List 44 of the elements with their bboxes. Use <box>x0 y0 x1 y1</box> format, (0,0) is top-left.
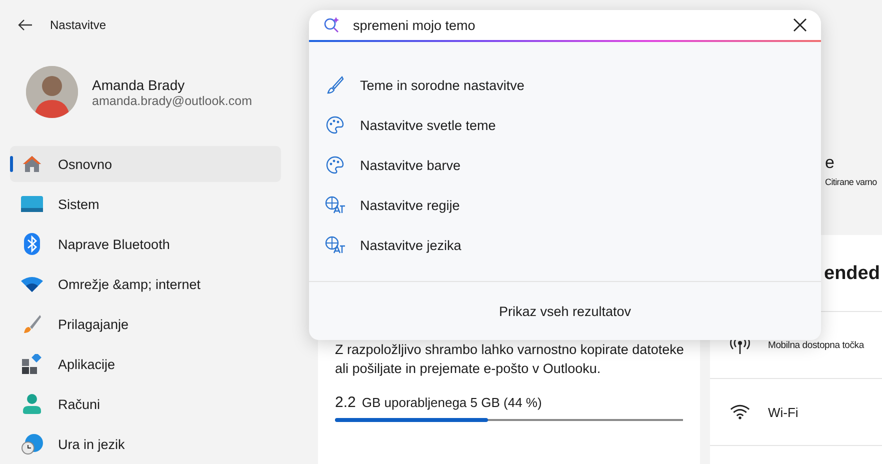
search-icon <box>323 16 341 34</box>
storage-description: Z razpoložljivo shrambo lahko varnostno kopirate datoteke ali pošiljate in prejemate e-pošto v Outlooku. <box>335 341 685 378</box>
storage-used: 2.2 <box>335 394 356 411</box>
sidebar-item[interactable]: Prilagajanje <box>10 306 281 342</box>
brush-icon <box>22 314 42 334</box>
home-icon <box>22 155 42 173</box>
panel-title: e <box>825 153 834 173</box>
close-button[interactable] <box>791 16 809 34</box>
show-all-results-button[interactable]: Prikaz vseh rezultatov <box>490 300 640 322</box>
setting-label[interactable]: Mobilna dostopna točka <box>768 340 864 350</box>
sidebar-item[interactable]: Računi <box>10 386 281 422</box>
search-result[interactable]: Nastavitve regije <box>309 185 821 225</box>
search-input[interactable]: spremeni mojo temo <box>353 18 779 32</box>
setting-label[interactable]: Wi-Fi <box>768 404 798 420</box>
storage-detail: GB uporabljenega 5 GB (44 %) <box>362 395 542 410</box>
account-email: amanda.brady@outlook.com <box>92 94 252 108</box>
search-result[interactable]: Nastavitve svetle teme <box>309 105 821 145</box>
avatar <box>26 66 78 118</box>
search-result[interactable]: Nastavitve barve <box>309 145 821 185</box>
sidebar-item[interactable]: Aplikacije <box>10 346 281 382</box>
palette-icon <box>326 116 344 134</box>
language-icon <box>325 236 345 254</box>
sidebar-item[interactable]: Omrežje &amp; internet <box>10 266 281 302</box>
account-name: Amanda Brady <box>92 76 186 92</box>
sidebar-item[interactable]: Ura in jezik <box>10 426 281 462</box>
window-title: Nastavitve <box>50 18 106 32</box>
search-result[interactable]: Teme in sorodne nastavitve <box>309 65 821 105</box>
language-icon <box>325 196 345 214</box>
bluetooth-icon <box>24 233 40 255</box>
palette-icon <box>326 156 344 174</box>
wifi-icon <box>21 276 43 292</box>
search-field[interactable]: spremeni mojo temo <box>309 10 821 42</box>
close-icon <box>793 18 807 32</box>
monitor-icon <box>21 196 43 212</box>
globe-clock-icon <box>21 433 43 455</box>
back-arrow-icon <box>18 19 32 31</box>
brush-icon <box>326 76 344 94</box>
sidebar-item[interactable]: Sistem <box>10 186 281 222</box>
sidebar-item[interactable]: Osnovno <box>10 146 281 182</box>
person-icon <box>22 394 42 414</box>
apps-icon <box>22 354 42 374</box>
panel-caption: Citirane varno <box>825 177 877 187</box>
wifi-icon <box>730 404 750 420</box>
sidebar-item[interactable]: Naprave Bluetooth <box>10 226 281 262</box>
